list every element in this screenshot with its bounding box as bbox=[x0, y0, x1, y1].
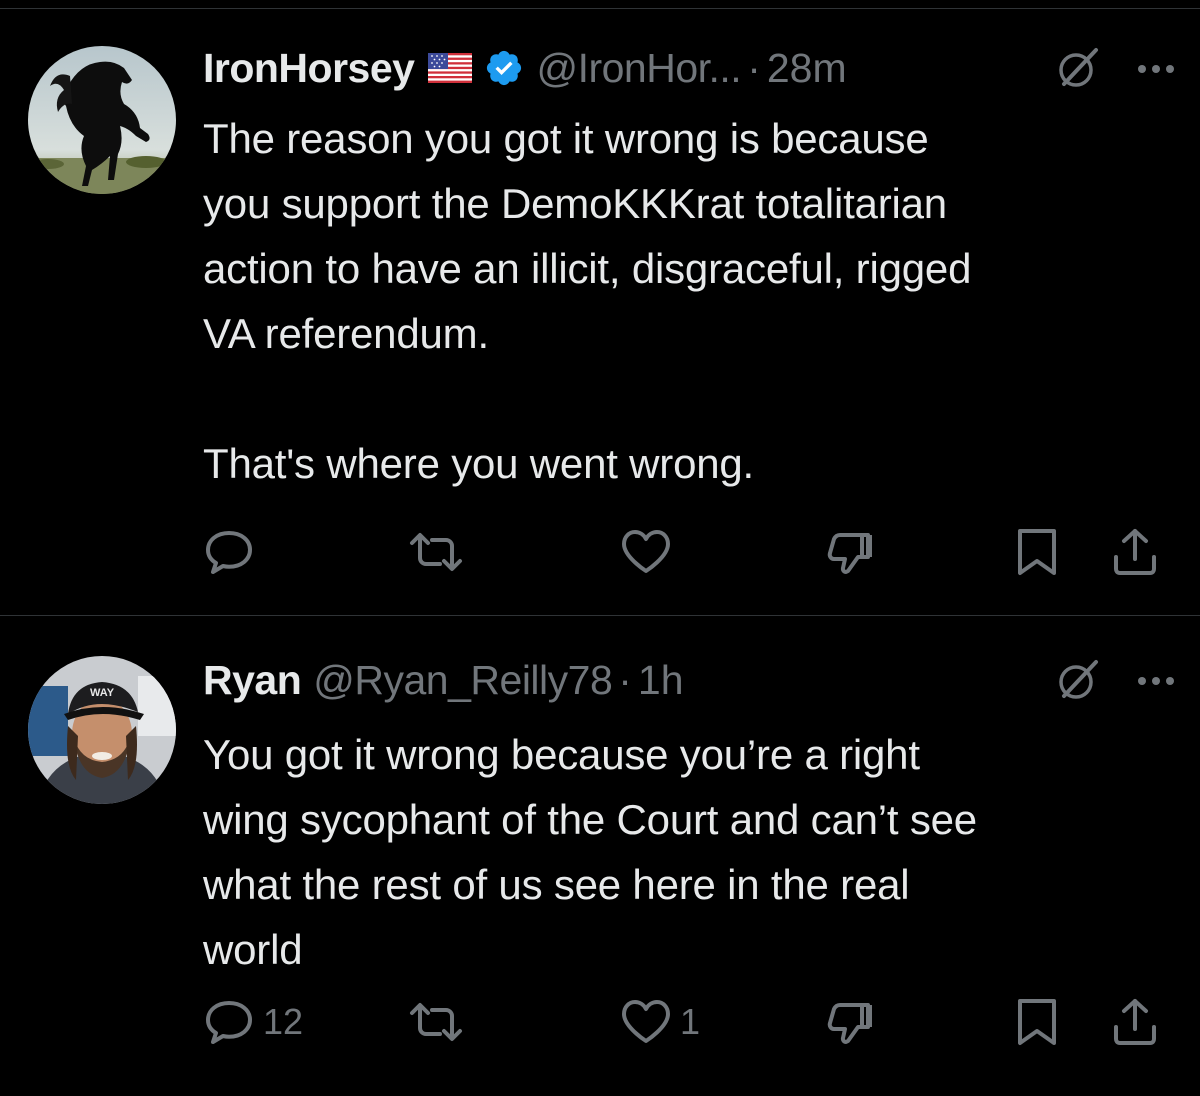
reply-icon bbox=[203, 999, 255, 1045]
timestamp[interactable]: 1h bbox=[638, 657, 684, 704]
tweet-text: You got it wrong because you’re a right … bbox=[203, 731, 977, 973]
like-icon bbox=[620, 999, 672, 1045]
tweet[interactable]: WAY Ryan @Ryan_Reilly78 · 1h You got it … bbox=[0, 616, 1200, 1096]
bookmark-icon bbox=[1014, 997, 1060, 1047]
like-icon bbox=[620, 529, 672, 575]
dislike-button[interactable] bbox=[826, 992, 878, 1052]
user-handle[interactable]: @IronHor... bbox=[536, 45, 741, 92]
tweet[interactable]: IronHorsey @IronHor... · 28m The reason … bbox=[0, 8, 1200, 614]
action-bar bbox=[0, 522, 1200, 582]
retweet-icon bbox=[408, 1001, 464, 1043]
user-handle[interactable]: @Ryan_Reilly78 bbox=[313, 657, 612, 704]
retweet-button[interactable] bbox=[408, 992, 472, 1052]
more-icon[interactable] bbox=[1136, 674, 1176, 686]
like-button[interactable] bbox=[620, 522, 680, 582]
avatar[interactable]: WAY bbox=[28, 656, 176, 804]
timestamp[interactable]: 28m bbox=[767, 45, 847, 92]
tweet-header: Ryan @Ryan_Reilly78 · 1h bbox=[203, 650, 1176, 710]
bookmark-icon bbox=[1014, 527, 1060, 577]
share-button[interactable] bbox=[1110, 992, 1160, 1052]
share-icon bbox=[1110, 527, 1160, 577]
like-count: 1 bbox=[680, 1001, 701, 1042]
dislike-icon bbox=[826, 529, 878, 575]
reply-button[interactable]: 12 bbox=[203, 992, 303, 1052]
reply-count: 12 bbox=[263, 1001, 304, 1042]
reply-button[interactable] bbox=[203, 522, 263, 582]
bookmark-button[interactable] bbox=[1014, 522, 1060, 582]
retweet-icon bbox=[408, 531, 464, 573]
tweet-text: The reason you got it wrong is because y… bbox=[203, 115, 972, 487]
more-icon[interactable] bbox=[1136, 62, 1176, 74]
display-name[interactable]: Ryan bbox=[203, 657, 302, 704]
us-flag-icon bbox=[428, 53, 473, 83]
retweet-button[interactable] bbox=[408, 522, 472, 582]
separator-dot: · bbox=[747, 44, 761, 91]
avatar[interactable] bbox=[28, 46, 176, 194]
share-button[interactable] bbox=[1110, 522, 1160, 582]
grok-icon[interactable] bbox=[1054, 656, 1102, 704]
bookmark-button[interactable] bbox=[1014, 992, 1060, 1052]
dislike-button[interactable] bbox=[826, 522, 878, 582]
grok-icon[interactable] bbox=[1054, 44, 1102, 92]
action-bar: 12 1 bbox=[0, 992, 1200, 1052]
like-button[interactable]: 1 bbox=[620, 992, 700, 1052]
share-icon bbox=[1110, 997, 1160, 1047]
dislike-icon bbox=[826, 999, 878, 1045]
display-name[interactable]: IronHorsey bbox=[203, 45, 415, 92]
reply-icon bbox=[203, 529, 255, 575]
svg-text:WAY: WAY bbox=[90, 687, 115, 699]
separator-dot: · bbox=[618, 656, 632, 703]
tweet-header: IronHorsey @IronHor... · 28m bbox=[203, 38, 1176, 98]
verified-badge-icon[interactable] bbox=[484, 48, 524, 88]
